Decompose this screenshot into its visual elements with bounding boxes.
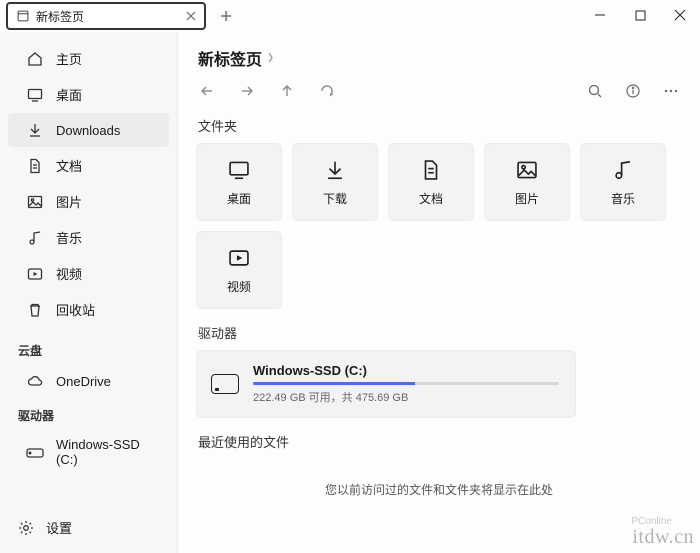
main-pane: 新标签页 › 文件夹 桌面 (178, 32, 700, 553)
sidebar-heading-cloud: 云盘 (0, 334, 177, 363)
tab-icon (16, 9, 30, 23)
folder-tile-desktop[interactable]: 桌面 (196, 143, 282, 221)
desktop-icon (26, 86, 44, 104)
sidebar-item-label: 文档 (56, 156, 82, 175)
drive-card[interactable]: Windows-SSD (C:) 222.49 GB 可用，共 475.69 G… (196, 350, 576, 418)
sidebar-item-onedrive[interactable]: OneDrive (8, 364, 169, 398)
toolbar (196, 78, 682, 112)
home-icon (26, 50, 44, 68)
tab-new[interactable]: 新标签页 (6, 2, 206, 30)
watermark: itdw.cn (632, 526, 694, 549)
minimize-button[interactable] (580, 0, 620, 30)
music-icon (26, 229, 44, 247)
sidebar-heading-drives: 驱动器 (0, 399, 177, 428)
section-drives-title: 驱动器 (198, 323, 682, 342)
pconline-watermark: PConline (631, 516, 672, 527)
breadcrumb: 新标签页 › (196, 42, 682, 78)
sidebar-item-documents[interactable]: 文档 (8, 148, 169, 183)
chevron-right-icon: › (268, 45, 273, 70)
download-icon (323, 158, 347, 182)
info-button[interactable] (622, 80, 644, 102)
sidebar-item-pictures[interactable]: 图片 (8, 184, 169, 219)
new-tab-button[interactable] (212, 2, 240, 30)
maximize-button[interactable] (620, 0, 660, 30)
drive-usage-fill (253, 382, 415, 385)
folder-tile-label: 音乐 (611, 190, 635, 207)
close-button[interactable] (660, 0, 700, 30)
folder-tile-label: 图片 (515, 190, 539, 207)
folder-tile-documents[interactable]: 文档 (388, 143, 474, 221)
drive-usage-bar (253, 382, 559, 385)
sidebar-item-music[interactable]: 音乐 (8, 220, 169, 255)
titlebar: 新标签页 (0, 0, 700, 32)
sidebar: 主页 桌面 Downloads 文档 图片 (0, 32, 178, 553)
folder-tile-label: 视频 (227, 278, 251, 295)
refresh-button[interactable] (316, 80, 338, 102)
picture-icon (515, 158, 539, 182)
window-controls (580, 0, 700, 30)
sidebar-item-label: 桌面 (56, 85, 82, 104)
drive-info: Windows-SSD (C:) 222.49 GB 可用，共 475.69 G… (253, 363, 559, 405)
folder-tile-videos[interactable]: 视频 (196, 231, 282, 309)
sidebar-item-settings[interactable]: 设置 (0, 508, 177, 547)
sidebar-item-label: 回收站 (56, 300, 95, 319)
tab-bar: 新标签页 (0, 0, 580, 30)
sidebar-item-label: 图片 (56, 192, 82, 211)
folder-tile-music[interactable]: 音乐 (580, 143, 666, 221)
sidebar-item-videos[interactable]: 视频 (8, 256, 169, 291)
folder-tile-pictures[interactable]: 图片 (484, 143, 570, 221)
sidebar-item-label: 音乐 (56, 228, 82, 247)
video-icon (26, 265, 44, 283)
folder-tile-label: 桌面 (227, 190, 251, 207)
forward-button[interactable] (236, 80, 258, 102)
video-icon (227, 246, 251, 270)
music-icon (611, 158, 635, 182)
search-button[interactable] (584, 80, 606, 102)
tab-title: 新标签页 (36, 8, 184, 25)
sidebar-item-desktop[interactable]: 桌面 (8, 77, 169, 112)
sidebar-item-label: 设置 (46, 518, 72, 537)
sidebar-item-label: 视频 (56, 264, 82, 283)
close-icon[interactable] (184, 9, 198, 23)
up-button[interactable] (276, 80, 298, 102)
desktop-icon (227, 158, 251, 182)
drive-free-text: 222.49 GB 可用，共 475.69 GB (253, 389, 559, 405)
sidebar-item-recycle[interactable]: 回收站 (8, 292, 169, 327)
folder-tile-downloads[interactable]: 下载 (292, 143, 378, 221)
picture-icon (26, 193, 44, 211)
folder-tile-label: 下载 (323, 190, 347, 207)
recent-empty-text: 您以前访问过的文件和文件夹将显示在此处 (196, 459, 682, 498)
drive-icon (26, 443, 44, 461)
folder-tile-label: 文档 (419, 190, 443, 207)
folders-grid: 桌面 下载 文档 图片 音乐 (196, 143, 682, 309)
document-icon (26, 157, 44, 175)
cloud-icon (26, 372, 44, 390)
more-button[interactable] (660, 80, 682, 102)
breadcrumb-current[interactable]: 新标签页 (198, 46, 262, 70)
sidebar-item-downloads[interactable]: Downloads (8, 113, 169, 147)
sidebar-item-label: OneDrive (56, 374, 111, 389)
drive-icon (211, 374, 239, 394)
trash-icon (26, 301, 44, 319)
sidebar-item-label: 主页 (56, 49, 82, 68)
drive-name: Windows-SSD (C:) (253, 363, 559, 378)
gear-icon (18, 520, 34, 536)
document-icon (419, 158, 443, 182)
section-recent-title: 最近使用的文件 (198, 432, 682, 451)
download-icon (26, 121, 44, 139)
sidebar-item-home[interactable]: 主页 (8, 41, 169, 76)
back-button[interactable] (196, 80, 218, 102)
sidebar-item-label: Windows-SSD (C:) (56, 437, 155, 467)
sidebar-item-label: Downloads (56, 123, 120, 138)
sidebar-item-drive-c[interactable]: Windows-SSD (C:) (8, 429, 169, 475)
section-folders-title: 文件夹 (198, 116, 682, 135)
